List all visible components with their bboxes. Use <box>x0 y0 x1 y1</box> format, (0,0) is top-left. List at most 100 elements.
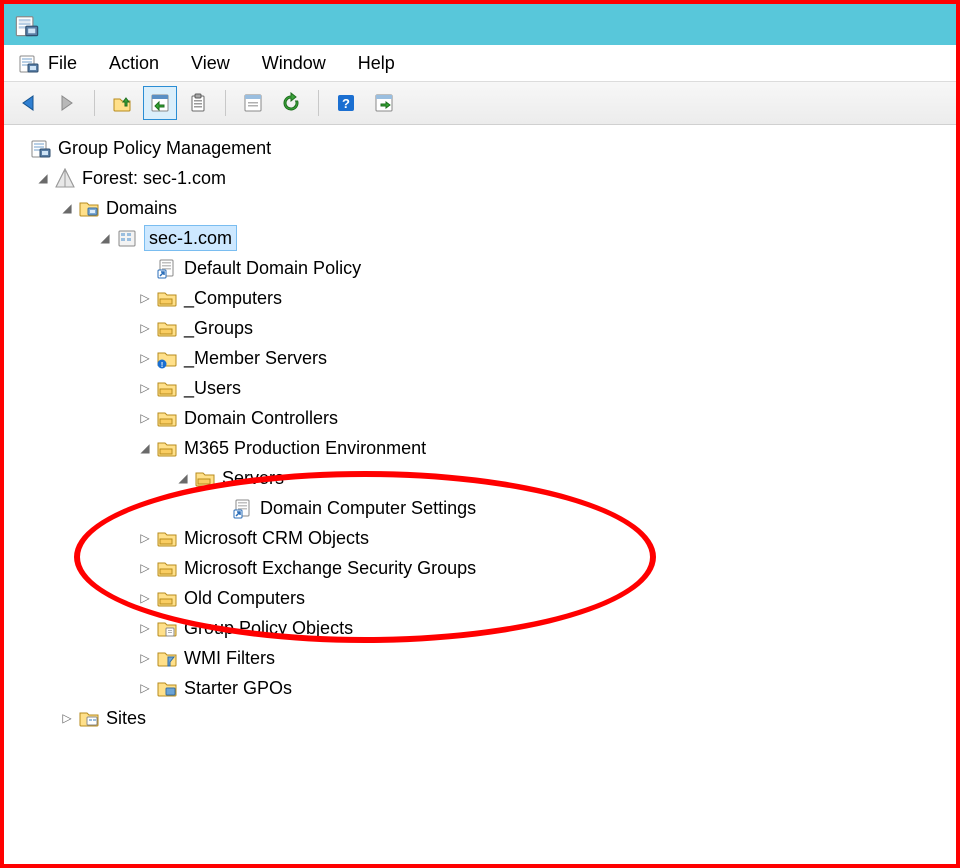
domain-icon <box>116 227 138 249</box>
toolbar-copy-button[interactable] <box>181 86 215 120</box>
property-page-icon <box>242 92 264 114</box>
gpo-link-icon <box>232 497 254 519</box>
node-sites[interactable]: ▷ Sites <box>58 703 956 733</box>
starter-gpo-folder-icon <box>156 677 178 699</box>
window-frame: File Action View Window Help ▷ Group Pol… <box>0 0 960 868</box>
expander-icon[interactable]: ▷ <box>58 709 76 727</box>
menu-file[interactable]: File <box>18 52 77 74</box>
menu-action[interactable]: Action <box>109 53 159 74</box>
node-domain-sec1[interactable]: ◢ sec-1.com <box>96 223 956 253</box>
node-starter-gpos[interactable]: ▷ Starter GPOs <box>136 673 956 703</box>
property-page-green-icon <box>149 92 171 114</box>
expander-icon[interactable]: ▷ <box>136 319 154 337</box>
expander-icon[interactable]: ◢ <box>34 169 52 187</box>
menu-window[interactable]: Window <box>262 53 326 74</box>
ou-folder-icon <box>156 287 178 309</box>
toolbar-help-button[interactable] <box>329 86 363 120</box>
titlebar <box>4 4 956 45</box>
app-icon <box>14 12 40 38</box>
node-ou-ms-exch-sec[interactable]: ▷ Microsoft Exchange Security Groups <box>136 553 956 583</box>
ou-folder-icon <box>156 557 178 579</box>
node-label: Starter GPOs <box>184 678 292 699</box>
expander-icon[interactable]: ▷ <box>136 349 154 367</box>
node-label: _Computers <box>184 288 282 309</box>
expander-icon[interactable]: ◢ <box>174 469 192 487</box>
node-label: _Groups <box>184 318 253 339</box>
node-gpo-domain-computer-settings[interactable]: ▷ Domain Computer Settings <box>212 493 956 523</box>
toolbar-back-button[interactable] <box>12 86 46 120</box>
node-domains[interactable]: ◢ Domains <box>58 193 956 223</box>
node-label: Domain Controllers <box>184 408 338 429</box>
node-forest[interactable]: ◢ Forest: sec-1.com <box>34 163 956 193</box>
toolbar-refresh-button[interactable] <box>274 86 308 120</box>
toolbar-forward-button[interactable] <box>50 86 84 120</box>
ou-folder-icon <box>194 467 216 489</box>
node-label: Old Computers <box>184 588 305 609</box>
expander-icon[interactable]: ◢ <box>136 439 154 457</box>
node-label: Domains <box>106 198 177 219</box>
expander-icon[interactable]: ▷ <box>136 379 154 397</box>
expander-icon[interactable]: ▷ <box>136 529 154 547</box>
node-ou-ms-crm[interactable]: ▷ Microsoft CRM Objects <box>136 523 956 553</box>
toolbar-up-button[interactable] <box>105 86 139 120</box>
toolbar-separator <box>94 90 95 116</box>
node-label: Group Policy Management <box>58 138 271 159</box>
gpo-folder-icon <box>156 617 178 639</box>
menu-help[interactable]: Help <box>358 53 395 74</box>
expander-icon[interactable]: ▷ <box>136 559 154 577</box>
toolbar-show-hide-button[interactable] <box>143 86 177 120</box>
node-ou-member-servers[interactable]: ▷ _Member Servers <box>136 343 956 373</box>
node-root[interactable]: ▷ Group Policy Management <box>10 133 956 163</box>
node-label: Domain Computer Settings <box>260 498 476 519</box>
toolbar-new-window-button[interactable] <box>367 86 401 120</box>
node-label: Group Policy Objects <box>184 618 353 639</box>
expander-icon[interactable]: ▷ <box>136 679 154 697</box>
open-folder-up-icon <box>111 92 133 114</box>
menubar: File Action View Window Help <box>4 45 956 82</box>
menu-view[interactable]: View <box>191 53 230 74</box>
expander-icon[interactable]: ▷ <box>136 619 154 637</box>
page-arrow-icon <box>373 92 395 114</box>
node-ou-computers[interactable]: ▷ _Computers <box>136 283 956 313</box>
menu-file-label: File <box>48 53 77 74</box>
refresh-icon <box>280 92 302 114</box>
node-ou-users[interactable]: ▷ _Users <box>136 373 956 403</box>
node-gpo-container[interactable]: ▷ Group Policy Objects <box>136 613 956 643</box>
wmi-filter-folder-icon <box>156 647 178 669</box>
node-ou-old-computers[interactable]: ▷ Old Computers <box>136 583 956 613</box>
toolbar-properties-button[interactable] <box>236 86 270 120</box>
ou-folder-alert-icon <box>156 347 178 369</box>
node-label: Sites <box>106 708 146 729</box>
expander-icon[interactable]: ▷ <box>136 649 154 667</box>
toolbar-separator <box>318 90 319 116</box>
gpo-link-icon <box>156 257 178 279</box>
node-label: Forest: sec-1.com <box>82 168 226 189</box>
expander-icon[interactable]: ◢ <box>96 229 114 247</box>
node-label: Default Domain Policy <box>184 258 361 279</box>
toolbar-separator <box>225 90 226 116</box>
expander-icon[interactable]: ◢ <box>58 199 76 217</box>
node-default-domain-policy[interactable]: ▷ Default Domain Policy <box>136 253 956 283</box>
help-icon <box>335 92 357 114</box>
node-ou-groups[interactable]: ▷ _Groups <box>136 313 956 343</box>
toolbar <box>4 82 956 125</box>
expander-icon[interactable]: ▷ <box>136 409 154 427</box>
forward-arrow-icon <box>56 92 78 114</box>
node-ou-domain-controllers[interactable]: ▷ Domain Controllers <box>136 403 956 433</box>
ou-folder-icon <box>156 377 178 399</box>
domains-folder-icon <box>78 197 100 219</box>
node-label: WMI Filters <box>184 648 275 669</box>
ou-folder-icon <box>156 407 178 429</box>
node-label: _Users <box>184 378 241 399</box>
ou-folder-icon <box>156 437 178 459</box>
node-ou-m365-prod[interactable]: ◢ M365 Production Environment <box>136 433 956 463</box>
expander-icon[interactable]: ▷ <box>136 289 154 307</box>
expander-icon[interactable]: ▷ <box>136 589 154 607</box>
console-tree[interactable]: ▷ Group Policy Management ◢ Forest: sec-… <box>4 125 956 733</box>
node-label: Microsoft CRM Objects <box>184 528 369 549</box>
node-ou-servers[interactable]: ◢ Servers <box>174 463 956 493</box>
node-wmi-filters[interactable]: ▷ WMI Filters <box>136 643 956 673</box>
node-label: _Member Servers <box>184 348 327 369</box>
sites-folder-icon <box>78 707 100 729</box>
gpm-console-icon <box>30 137 52 159</box>
